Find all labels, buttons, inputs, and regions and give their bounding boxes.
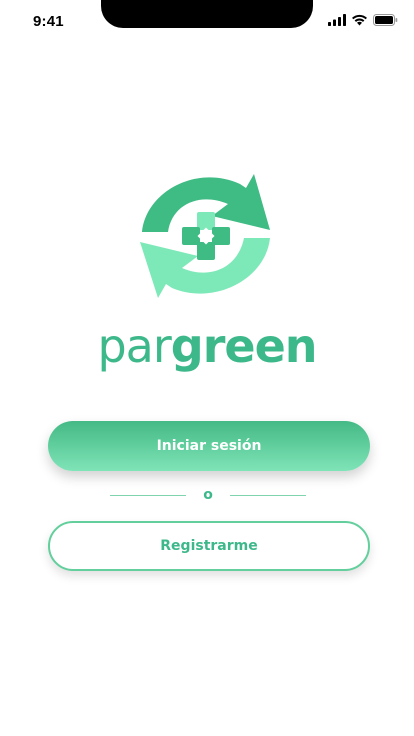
register-button[interactable]: Registrarme	[48, 521, 370, 571]
status-time: 9:41	[33, 13, 64, 30]
signal-icon	[328, 14, 346, 26]
or-divider: o	[110, 486, 306, 506]
brand-name-par: par	[97, 319, 171, 373]
brand-name-green: green	[170, 319, 318, 373]
login-button[interactable]: Iniciar sesión	[48, 421, 370, 471]
brand-wordmark: pargreen	[0, 318, 414, 374]
pargreen-logo-icon	[136, 170, 276, 302]
divider-line-right	[230, 495, 306, 496]
wifi-icon	[351, 14, 368, 26]
battery-icon	[373, 14, 398, 26]
login-button-label: Iniciar sesión	[156, 438, 262, 454]
status-icons	[328, 14, 398, 26]
welcome-screen: 9:41 pargreen Iniciar sesión o Registrar…	[0, 0, 414, 736]
register-button-label: Registrarme	[160, 538, 258, 554]
device-notch	[101, 0, 313, 28]
